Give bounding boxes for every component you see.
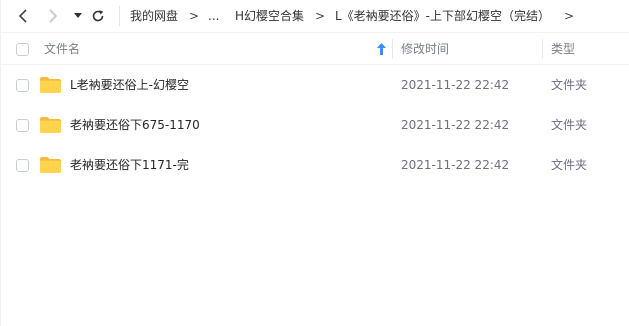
breadcrumb-my-drive[interactable]: 我的网盘 bbox=[130, 8, 178, 24]
row-checkbox[interactable] bbox=[16, 159, 29, 172]
column-date-header[interactable]: 修改时间 bbox=[401, 42, 449, 56]
history-dropdown-button[interactable] bbox=[71, 6, 85, 26]
column-type-header[interactable]: 类型 bbox=[551, 42, 575, 56]
toolbar: 我的网盘 > ... H幻樱空合集 > L《老衲要还俗》-上下部幻樱空（完结） … bbox=[1, 0, 629, 32]
file-name[interactable]: L老衲要还俗上-幻樱空 bbox=[70, 78, 189, 92]
forward-button[interactable] bbox=[43, 6, 63, 26]
sort-ascending-icon[interactable] bbox=[377, 43, 386, 58]
file-modified-date: 2021-11-22 22:42 bbox=[401, 158, 510, 172]
refresh-icon bbox=[92, 10, 104, 22]
chevron-right-icon bbox=[49, 9, 58, 23]
chevron-left-icon bbox=[18, 9, 27, 23]
row-checkbox[interactable] bbox=[16, 119, 29, 132]
column-divider[interactable] bbox=[542, 39, 543, 59]
breadcrumb-separator: > bbox=[315, 9, 326, 23]
file-type: 文件夹 bbox=[551, 158, 588, 172]
select-all-checkbox[interactable] bbox=[16, 43, 29, 56]
file-name[interactable]: 老衲要还俗下675-1170 bbox=[70, 118, 200, 132]
breadcrumb-current-folder[interactable]: L《老衲要还俗》-上下部幻樱空（完结） bbox=[335, 8, 550, 24]
breadcrumb-folder-collection[interactable]: H幻樱空合集 bbox=[235, 8, 304, 24]
file-row[interactable]: 老衲要还俗下675-1170 2021-11-22 22:42 文件夹 bbox=[1, 105, 629, 145]
file-type: 文件夹 bbox=[551, 118, 588, 132]
column-divider[interactable] bbox=[392, 39, 393, 59]
breadcrumb-separator: > bbox=[564, 9, 575, 23]
caret-down-icon bbox=[74, 13, 82, 18]
breadcrumb-separator: > bbox=[189, 9, 200, 23]
folder-icon bbox=[40, 117, 61, 133]
file-browser-window: 我的网盘 > ... H幻樱空合集 > L《老衲要还俗》-上下部幻樱空（完结） … bbox=[0, 0, 629, 326]
refresh-button[interactable] bbox=[88, 6, 108, 26]
file-modified-date: 2021-11-22 22:42 bbox=[401, 78, 510, 92]
back-button[interactable] bbox=[13, 6, 33, 26]
file-modified-date: 2021-11-22 22:42 bbox=[401, 118, 510, 132]
folder-icon bbox=[40, 157, 61, 173]
breadcrumb-ellipsis[interactable]: ... bbox=[208, 8, 219, 24]
file-name[interactable]: 老衲要还俗下1171-完 bbox=[70, 158, 189, 172]
file-type: 文件夹 bbox=[551, 78, 588, 92]
file-row[interactable]: L老衲要还俗上-幻樱空 2021-11-22 22:42 文件夹 bbox=[1, 65, 629, 105]
toolbar-divider bbox=[119, 6, 120, 26]
file-row[interactable]: 老衲要还俗下1171-完 2021-11-22 22:42 文件夹 bbox=[1, 145, 629, 185]
row-checkbox[interactable] bbox=[16, 79, 29, 92]
folder-icon bbox=[40, 77, 61, 93]
column-name-header[interactable]: 文件名 bbox=[44, 42, 80, 56]
column-header: 文件名 修改时间 类型 bbox=[1, 32, 629, 65]
